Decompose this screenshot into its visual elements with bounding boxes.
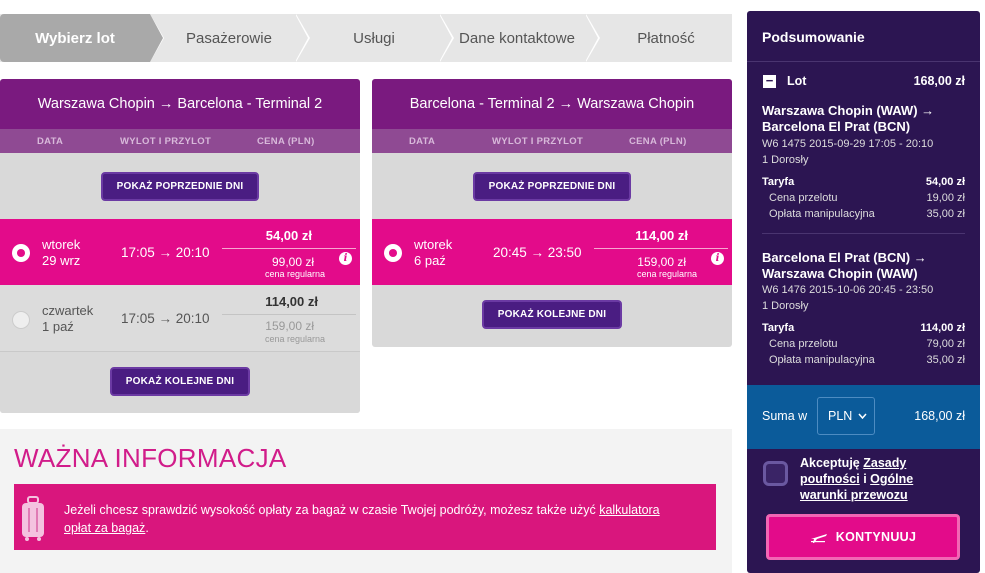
flight-times: 17:05 → 20:10 xyxy=(121,311,210,326)
outbound-flight-panel: Warszawa Chopin → Barcelona - Terminal 2… xyxy=(0,79,360,413)
radio-selected[interactable] xyxy=(384,244,402,262)
col-time: WYLOT I PRZYLOT xyxy=(120,136,212,147)
col-price: CENA (PLN) xyxy=(629,136,687,147)
total-bar: Suma w PLN 168,00 zł xyxy=(747,385,980,449)
sum-total: 168,00 zł xyxy=(914,409,965,423)
baggage-calculator-link[interactable]: kalkulatora xyxy=(599,503,659,517)
base-label: Cena przelotu xyxy=(769,338,838,350)
step-select-flight[interactable]: Wybierz lot xyxy=(0,14,150,62)
continue-label: KONTYNUUJ xyxy=(835,530,917,544)
flight2-route: Barcelona El Prat (BCN) → Warszawa Chopin… xyxy=(762,250,927,281)
step-separator xyxy=(585,14,598,62)
accept-terms-text: Akceptuję Zasady poufności i Ogólne waru… xyxy=(800,456,914,502)
fare-label: Taryfa xyxy=(762,176,795,188)
step-separator xyxy=(295,14,308,62)
chevron-down-icon xyxy=(858,413,867,419)
flight-day: czwartek 1 paź xyxy=(42,303,94,334)
flight-times: 17:05 → 20:10 xyxy=(121,245,210,260)
info-icon[interactable]: i xyxy=(339,252,352,265)
flight2-detail: W6 1476 2015-10-06 20:45 - 23:50 xyxy=(762,284,934,296)
sum-label: Suma w xyxy=(762,409,808,423)
step-passengers[interactable]: Pasażerowie xyxy=(164,14,294,62)
collapse-icon[interactable]: − xyxy=(763,74,776,88)
info-icon[interactable]: i xyxy=(711,252,724,265)
radio-unselected[interactable] xyxy=(12,311,30,329)
important-info-section: WAŻNA INFORMACJA Jeżeli chcesz sprawdzić… xyxy=(0,429,732,573)
flight1-route: Warszawa Chopin (WAW) → Barcelona El Prat… xyxy=(762,103,935,134)
flight-day: wtorek 6 paź xyxy=(414,237,453,268)
privacy-policy-link-2[interactable]: poufności xyxy=(800,472,860,486)
col-date: DATA xyxy=(409,136,436,147)
booking-steps: Wybierz lot Pasażerowie Usługi Dane kont… xyxy=(0,14,732,62)
regular-price-label: cena regularna xyxy=(264,269,325,279)
regular-price: 159,00 zł xyxy=(637,255,686,269)
fee-label: Opłata manipulacyjna xyxy=(769,208,875,220)
step-payment[interactable]: Płatność xyxy=(600,14,732,62)
general-terms-link-2[interactable]: warunki przewozu xyxy=(800,488,908,502)
flight-option-row[interactable]: wtorek 6 paź 20:45 → 23:50 114,00 zł 159,… xyxy=(372,219,732,285)
base-value: 19,00 zł xyxy=(926,192,965,204)
step-contact[interactable]: Dane kontaktowe xyxy=(452,14,582,62)
step-services[interactable]: Usługi xyxy=(310,14,438,62)
privacy-policy-link[interactable]: Zasady xyxy=(863,456,906,470)
regular-price: 159,00 zł xyxy=(265,319,314,333)
fee-value: 35,00 zł xyxy=(926,208,965,220)
divider xyxy=(762,233,965,234)
show-previous-days-button[interactable]: POKAŻ POPRZEDNIE DNI xyxy=(473,172,631,201)
divider xyxy=(747,61,980,62)
continue-button[interactable]: KONTYNUUJ xyxy=(766,514,960,560)
fare-value: 114,00 zł xyxy=(920,322,965,334)
flight-option-row[interactable]: wtorek 29 wrz 17:05 → 20:10 54,00 zł 99,0… xyxy=(0,219,360,285)
col-time: WYLOT I PRZYLOT xyxy=(492,136,584,147)
outbound-route-title: Warszawa Chopin → Barcelona - Terminal 2 xyxy=(0,79,360,129)
fare-value: 54,00 zł xyxy=(925,176,965,188)
inbound-route-title: Barcelona - Terminal 2 → Warszawa Chopin xyxy=(372,79,732,129)
summary-panel: Podsumowanie − Lot 168,00 zł Warszawa Ch… xyxy=(747,11,980,573)
important-info-heading: WAŻNA INFORMACJA xyxy=(14,443,287,473)
fare-label: Taryfa xyxy=(762,322,795,334)
flight-times: 20:45 → 23:50 xyxy=(493,245,582,260)
col-price: CENA (PLN) xyxy=(257,136,315,147)
flight1-detail: W6 1475 2015-09-29 17:05 - 20:10 xyxy=(762,138,934,150)
base-label: Cena przelotu xyxy=(769,192,838,204)
flight2-pax: 1 Dorosły xyxy=(762,300,809,312)
price-divider xyxy=(594,248,728,249)
currency-value: PLN xyxy=(828,409,853,423)
radio-selected[interactable] xyxy=(12,244,30,262)
price-divider xyxy=(222,314,356,315)
price-divider xyxy=(222,248,356,249)
flight-option-row[interactable]: czwartek 1 paź 17:05 → 20:10 114,00 zł 15… xyxy=(0,285,360,351)
baggage-info-box: Jeżeli chcesz sprawdzić wysokość opłaty … xyxy=(14,484,716,550)
flight-price: 54,00 zł xyxy=(265,228,312,243)
lot-label: Lot xyxy=(787,74,807,88)
accept-terms-checkbox[interactable] xyxy=(763,461,788,486)
summary-title: Podsumowanie xyxy=(762,29,865,45)
fee-value: 35,00 zł xyxy=(926,354,965,366)
column-headers: DATA WYLOT I PRZYLOT CENA (PLN) xyxy=(372,129,732,153)
baggage-calculator-link-2[interactable]: opłat za bagaż xyxy=(64,521,145,535)
lot-total: 168,00 zł xyxy=(913,74,965,88)
flight-price: 114,00 zł xyxy=(635,228,688,243)
inbound-flight-panel: Barcelona - Terminal 2 → Warszawa Chopin… xyxy=(372,79,732,347)
general-terms-link[interactable]: Ogólne xyxy=(870,472,913,486)
step-separator xyxy=(150,14,163,62)
column-headers: DATA WYLOT I PRZYLOT CENA (PLN) xyxy=(0,129,360,153)
col-date: DATA xyxy=(37,136,64,147)
plane-icon xyxy=(810,534,827,543)
base-value: 79,00 zł xyxy=(926,338,965,350)
regular-price-label: cena regularna xyxy=(264,334,325,344)
show-next-days-button[interactable]: POKAŻ KOLEJNE DNI xyxy=(110,367,250,396)
baggage-info-text: Jeżeli chcesz sprawdzić wysokość opłaty … xyxy=(64,503,660,535)
step-separator xyxy=(439,14,452,62)
flight-day: wtorek 29 wrz xyxy=(42,237,81,268)
fee-label: Opłata manipulacyjna xyxy=(769,354,875,366)
regular-price-label: cena regularna xyxy=(636,269,697,279)
luggage-icon xyxy=(22,496,44,541)
show-next-days-button[interactable]: POKAŻ KOLEJNE DNI xyxy=(482,300,622,329)
flight1-pax: 1 Dorosły xyxy=(762,154,809,166)
show-previous-days-button[interactable]: POKAŻ POPRZEDNIE DNI xyxy=(101,172,259,201)
regular-price: 99,00 zł xyxy=(271,255,314,269)
flight-price: 114,00 zł xyxy=(265,294,318,309)
